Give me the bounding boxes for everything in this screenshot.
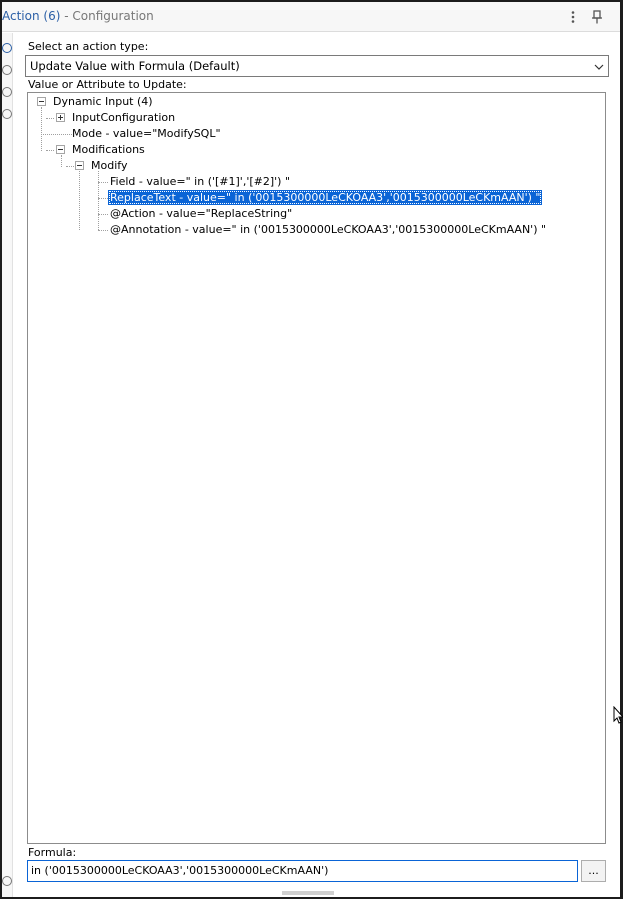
tree-connector [98, 214, 108, 215]
tree-connector [79, 171, 80, 230]
expand-icon[interactable] [56, 113, 65, 122]
tree-node-mode[interactable]: Mode - value="ModifySQL" [72, 126, 221, 141]
tree-connector [98, 182, 108, 183]
tree-connector [46, 118, 54, 119]
tree-connector [61, 155, 62, 167]
tree-connector [98, 198, 108, 199]
tree-node-field[interactable]: Field - value=" in ('[#1]','[#2]') " [110, 174, 290, 189]
formula-value: in ('0015300000LeCKOAA3','0015300000LeCK… [31, 864, 329, 877]
tree-node-annotation[interactable]: @Annotation - value=" in ('0015300000LeC… [110, 222, 546, 237]
kebab-menu-icon[interactable] [564, 8, 582, 26]
tree-connector [41, 107, 42, 151]
chevron-down-icon [594, 64, 604, 70]
tree-connector [41, 134, 72, 135]
attribute-tree[interactable]: Dynamic Input (4) InputConfiguration Mod… [27, 92, 606, 844]
tree-connector [98, 230, 108, 231]
action-type-value: Update Value with Formula (Default) [30, 59, 240, 73]
formula-input[interactable]: in ('0015300000LeCKOAA3','0015300000LeCK… [27, 860, 578, 882]
pin-icon[interactable] [588, 8, 606, 26]
tree-connector [66, 166, 74, 167]
tree-label: Value or Attribute to Update: [28, 78, 187, 91]
action-type-dropdown[interactable]: Update Value with Formula (Default) [25, 55, 609, 77]
title-main: Action (6) [2, 9, 61, 23]
tree-node-replacetext[interactable]: ReplaceText - value=" in ('0015300000LeC… [108, 190, 543, 205]
formula-editor-button[interactable]: ... [581, 860, 606, 882]
tree-node-modify[interactable]: Modify [91, 158, 127, 173]
collapse-icon[interactable] [56, 145, 65, 154]
left-tool-strip [2, 33, 13, 897]
title-sub: - Configuration [60, 9, 154, 23]
tree-node-inputconfiguration[interactable]: InputConfiguration [72, 110, 175, 125]
collapse-icon[interactable] [37, 97, 46, 106]
tree-node-root[interactable]: Dynamic Input (4) [53, 94, 153, 109]
tree-connector [98, 171, 99, 230]
tree-node-modifications[interactable]: Modifications [72, 142, 145, 157]
help-icon[interactable] [2, 876, 12, 886]
layout-tab-icon[interactable] [2, 65, 12, 75]
resize-handle[interactable] [282, 891, 334, 895]
window-title: Action (6) - Configuration [2, 9, 154, 23]
annotation-tab-icon[interactable] [2, 87, 12, 97]
info-tab-icon[interactable] [2, 109, 12, 119]
mouse-cursor-icon [613, 706, 623, 724]
tree-node-action[interactable]: @Action - value="ReplaceString" [110, 206, 292, 221]
configuration-tab-icon[interactable] [2, 43, 12, 53]
title-bar: Action (6) - Configuration [2, 2, 620, 32]
action-type-label: Select an action type: [28, 40, 149, 53]
tree-connector [46, 150, 54, 151]
formula-label: Formula: [28, 846, 77, 859]
collapse-icon[interactable] [75, 161, 84, 170]
